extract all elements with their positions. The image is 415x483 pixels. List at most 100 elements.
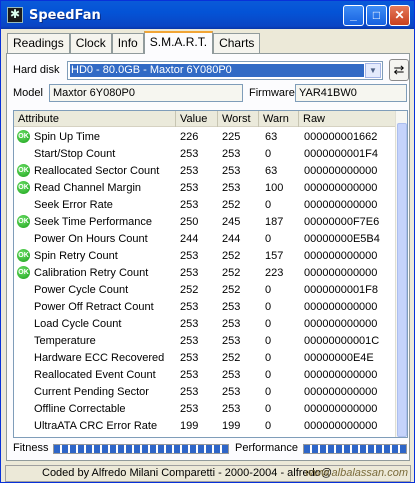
attribute-cell: Power On Hours Count — [14, 233, 176, 245]
attribute-cell: OK Spin Retry Count — [14, 249, 176, 262]
warn-cell: 0 — [265, 283, 272, 296]
table-row[interactable]: Hardware ECC Recovered 253 252 0 00000000E4E — [14, 349, 397, 366]
worst-cell: 253 — [222, 317, 241, 330]
worst-cell: 253 — [222, 164, 241, 177]
table-row[interactable]: Load Cycle Count 253 253 0 000000000000 — [14, 315, 397, 332]
table-row[interactable]: Power Off Retract Count 253 253 0 0000000000… — [14, 298, 397, 315]
warn-cell: 0 — [259, 437, 299, 438]
table-row[interactable]: UltraATA CRC Error Rate 199 199 0 0000000000… — [14, 417, 397, 434]
minimize-button[interactable]: _ — [343, 5, 364, 26]
tab-info[interactable]: Info — [111, 33, 144, 53]
attribute-name: Seek Time Performance — [34, 215, 152, 228]
value-cell: 253 — [180, 198, 199, 211]
raw-cell: 000000000000 — [304, 164, 378, 177]
attribute-name: Load Cycle Count — [34, 317, 122, 330]
status-row: Fitness Performance — [13, 442, 408, 456]
raw-cell: 00000000E4E — [304, 351, 374, 364]
value-cell: 253 — [180, 402, 199, 415]
attribute-cell: OK Reallocated Sector Count — [14, 164, 176, 177]
window-title: SpeedFan — [29, 7, 101, 23]
ok-status-icon: OK — [17, 215, 30, 228]
worst-cell: 252 — [218, 437, 259, 438]
tab-clock[interactable]: Clock — [69, 33, 112, 53]
table-row[interactable]: Seek Error Rate 253 252 0 000000000000 — [14, 196, 397, 213]
attribute-name: Spin Retry Count — [34, 249, 118, 262]
ok-status-icon: OK — [17, 130, 30, 143]
table-row[interactable]: Temperature 253 253 0 00000000001C — [14, 332, 397, 349]
table-row[interactable]: Offline Correctable 253 253 0 000000000000 — [14, 400, 397, 417]
attribute-cell: Load Cycle Count — [14, 318, 176, 330]
watermark: www.albalassan.com — [305, 467, 408, 479]
tab-readings[interactable]: Readings — [7, 33, 70, 53]
table-row[interactable]: OK Read Channel Margin 253 253 100 0000000000… — [14, 179, 397, 196]
tab-smart[interactable]: S.M.A.R.T. — [143, 31, 214, 54]
table-row[interactable]: Current Pending Sector 253 253 0 00000000000… — [14, 383, 397, 400]
column-value[interactable]: Value — [176, 111, 218, 127]
raw-cell: 000000000000 — [304, 368, 378, 381]
performance-label: Performance — [235, 442, 298, 454]
table-row[interactable]: OK Spin Retry Count 253 252 157 000000000000 — [14, 247, 397, 264]
value-cell: 253 — [180, 164, 199, 177]
firmware-label: Firmware — [249, 87, 295, 99]
attribute-name: Read Channel Margin — [34, 181, 142, 194]
maximize-button[interactable]: □ — [366, 5, 387, 26]
attribute-name: Write Error Rate — [34, 437, 113, 438]
hard-disk-select[interactable]: HD0 - 80.0GB - Maxtor 6Y080P0 ▼ — [67, 61, 383, 80]
attribute-cell: Hardware ECC Recovered — [14, 352, 176, 364]
attribute-cell: OK Seek Time Performance — [14, 215, 176, 228]
table-row[interactable]: OK Spin Up Time 226 225 63 000000001662 — [14, 128, 397, 145]
model-field: Maxtor 6Y080P0 — [49, 84, 243, 102]
attribute-cell: Power Cycle Count — [14, 284, 176, 296]
performance-meter — [303, 444, 407, 454]
model-label: Model — [13, 87, 43, 99]
warn-cell: 0 — [265, 198, 272, 211]
value-cell: 226 — [180, 130, 199, 143]
fitness-label: Fitness — [13, 442, 49, 454]
worst-cell: 252 — [222, 266, 241, 279]
raw-cell: 00000000F7E6 — [304, 215, 380, 228]
attribute-name: Hardware ECC Recovered — [34, 351, 165, 364]
table-row[interactable]: Power Cycle Count 252 252 0 0000000001F8 — [14, 281, 397, 298]
vertical-scrollbar[interactable] — [395, 111, 407, 437]
column-worst[interactable]: Worst — [218, 111, 259, 127]
attribute-cell: Write Error Rate — [14, 437, 176, 438]
table-body: OK Spin Up Time 226 225 63 000000001662 Start/… — [14, 128, 397, 438]
tab-charts[interactable]: Charts — [213, 33, 261, 53]
table-row[interactable]: Write Error Rate2532520000000000000 — [14, 434, 397, 438]
worst-cell: 199 — [222, 419, 241, 432]
raw-cell: 0000000001F4 — [304, 147, 379, 160]
raw-cell: 00000000E5B4 — [304, 232, 380, 245]
table-row[interactable]: OK Seek Time Performance 250 245 187 00000000… — [14, 213, 397, 230]
raw-cell: 000000000000 — [304, 402, 378, 415]
worst-cell: 252 — [222, 249, 241, 262]
attribute-cell: OK Spin Up Time — [14, 130, 176, 143]
table-row[interactable]: OK Reallocated Sector Count 253 253 63 000000… — [14, 162, 397, 179]
value-cell: 253 — [180, 300, 199, 313]
column-warn[interactable]: Warn — [259, 111, 299, 127]
column-attribute[interactable]: Attribute — [14, 111, 176, 127]
close-button[interactable]: ✕ — [389, 5, 410, 26]
scrollbar-thumb[interactable] — [397, 123, 407, 437]
attribute-name: UltraATA CRC Error Rate — [34, 419, 158, 432]
worst-cell: 253 — [222, 402, 241, 415]
value-cell: 253 — [180, 385, 199, 398]
refresh-button[interactable]: ⇄ — [389, 59, 409, 81]
raw-cell: 0000000001F8 — [304, 283, 379, 296]
table-row[interactable]: Reallocated Event Count 253 253 0 0000000000… — [14, 366, 397, 383]
tab-bar: Readings Clock Info S.M.A.R.T. Charts — [7, 31, 261, 54]
attribute-cell: Power Off Retract Count — [14, 301, 176, 313]
worst-cell: 225 — [222, 130, 241, 143]
table-row[interactable]: OK Calibration Retry Count 253 252 223 000000… — [14, 264, 397, 281]
table-row[interactable]: Start/Stop Count 253 253 0 0000000001F4 — [14, 145, 397, 162]
table-row[interactable]: Power On Hours Count 244 244 0 00000000E5B4 — [14, 230, 397, 247]
title-bar[interactable]: SpeedFan _ □ ✕ — [1, 1, 414, 29]
raw-cell: 000000000000 — [304, 385, 378, 398]
chevron-down-icon[interactable]: ▼ — [365, 63, 381, 78]
speedfan-app-icon — [7, 7, 23, 23]
warn-cell: 223 — [265, 266, 284, 279]
value-cell: 253 — [180, 317, 199, 330]
value-cell: 253 — [180, 181, 199, 194]
column-raw[interactable]: Raw — [299, 111, 397, 127]
value-cell: 252 — [180, 283, 199, 296]
worst-cell: 253 — [222, 334, 241, 347]
